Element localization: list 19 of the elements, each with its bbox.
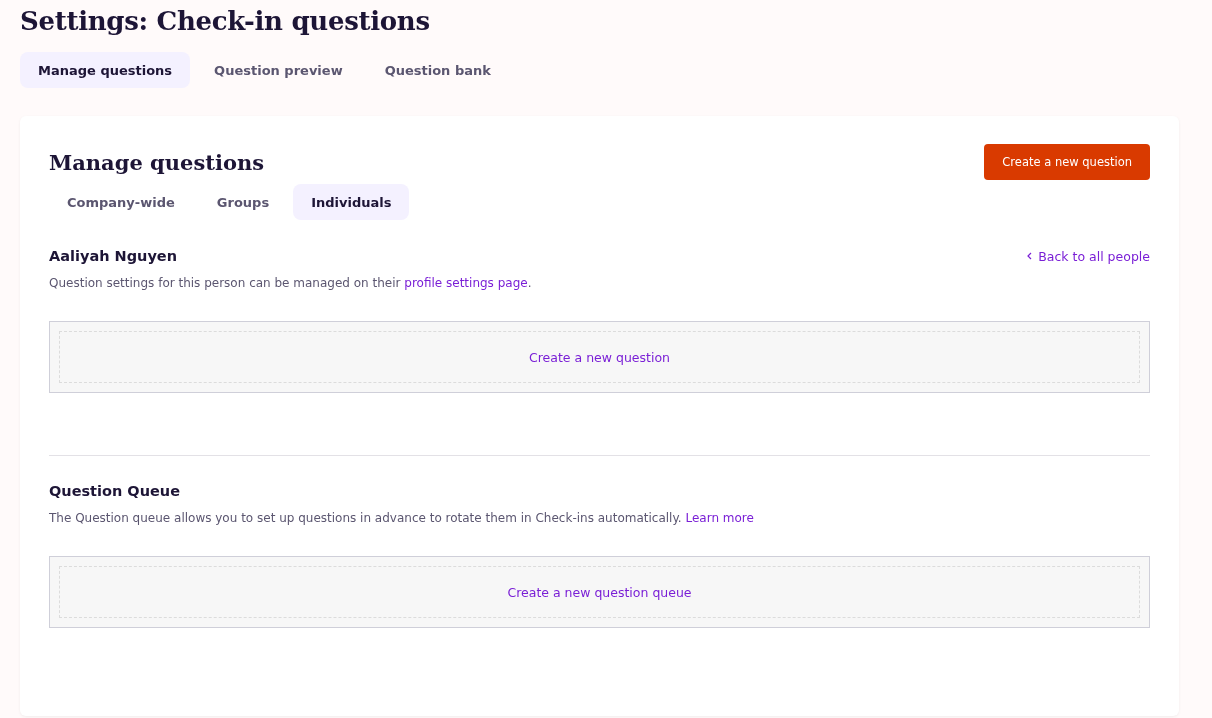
- description-text: Question settings for this person can be managed on their profile settings page.: [49, 276, 533, 290]
- profile-settings-link[interactable]: profile settings page: [404, 276, 528, 290]
- create-link[interactable]: Create a new question queue: [507, 584, 692, 600]
- page-title: Settings: Check-in questions: [20, 6, 431, 36]
- queue-title: Question Queue: [49, 483, 181, 499]
- create-question-button[interactable]: Create a new question: [984, 144, 1150, 180]
- description-text: The Question queue allows you to set up questions in advance to rotate them in Check-ins automatically. Learn more: [49, 511, 755, 525]
- section-title: Manage questions: [49, 149, 264, 175]
- tab[interactable]: Manage questions: [20, 52, 191, 88]
- tab[interactable]: Groups: [198, 184, 288, 220]
- tab[interactable]: Question preview: [196, 52, 361, 88]
- create-link[interactable]: Create a new question: [529, 349, 670, 365]
- chevron-left-icon: [1027, 252, 1033, 260]
- back-link[interactable]: Back to all people: [1027, 248, 1150, 264]
- tab[interactable]: Individuals: [293, 184, 410, 220]
- tab[interactable]: Company-wide: [49, 184, 193, 220]
- person-name: Aaliyah Nguyen: [49, 248, 177, 264]
- learn-more-link[interactable]: Learn more: [685, 511, 754, 525]
- tab[interactable]: Question bank: [366, 52, 509, 88]
